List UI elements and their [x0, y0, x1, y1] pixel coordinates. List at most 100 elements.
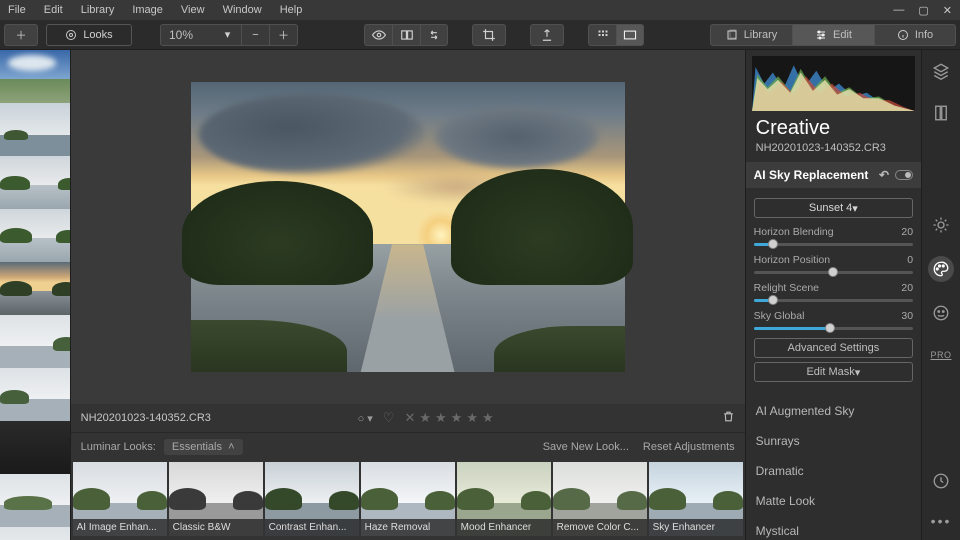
looks-strip[interactable]: AI Image Enhan... Classic B&W Contrast E… [71, 460, 745, 540]
delete-button[interactable] [722, 410, 735, 426]
slider-horizon-position[interactable]: Horizon Position0 [754, 254, 913, 274]
looks-title: Luminar Looks: [81, 441, 156, 453]
thumb[interactable] [0, 527, 71, 540]
tool-list: AI Augmented Sky Sunrays Dramatic Matte … [746, 392, 921, 540]
look-item[interactable]: Mood Enhancer [457, 462, 551, 536]
swap-icon [427, 28, 441, 42]
tool-item[interactable]: AI Augmented Sky [746, 396, 921, 426]
slider-relight-scene[interactable]: Relight Scene20 [754, 282, 913, 302]
tool-item[interactable]: Mystical [746, 516, 921, 540]
clear-rating-button[interactable]: ✕ [404, 410, 415, 426]
slider-horizon-blending[interactable]: Horizon Blending20 [754, 226, 913, 246]
advanced-settings-button[interactable]: Advanced Settings [754, 338, 913, 358]
canvas[interactable] [71, 50, 745, 404]
library-icon [726, 29, 738, 41]
zoom-value[interactable]: 10% [160, 24, 214, 46]
thumb[interactable] [0, 368, 71, 421]
preview-image [191, 82, 625, 372]
canvas-icon[interactable] [930, 102, 952, 124]
info-bar: NH20201023-140352.CR3 ○ ▾ ♡ ✕ ★ ★ ★ ★ ★ [71, 404, 745, 432]
looks-category-dropdown[interactable]: Essentials ˄ [164, 439, 243, 455]
window-close-icon[interactable]: ✕ [943, 4, 952, 17]
reset-tool-icon[interactable]: ↶ [879, 168, 889, 182]
window-minimize-icon[interactable]: — [893, 4, 904, 17]
menu-library[interactable]: Library [81, 4, 115, 16]
looks-button[interactable]: Looks [46, 24, 132, 46]
before-after-button[interactable] [420, 24, 448, 46]
single-icon [623, 30, 637, 40]
eye-icon [372, 28, 386, 42]
menu-window[interactable]: Window [223, 4, 262, 16]
thumb[interactable] [0, 474, 71, 527]
pro-icon[interactable]: PRO [930, 344, 952, 366]
look-item[interactable]: AI Image Enhan... [73, 462, 167, 536]
tool-toggle[interactable] [895, 170, 913, 180]
color-tag-button[interactable]: ○ ▾ [358, 412, 373, 425]
zoom-group: 10% ▾ − ＋ [160, 24, 298, 46]
menu-view[interactable]: View [181, 4, 205, 16]
star-5[interactable]: ★ [482, 410, 494, 426]
panel-category-title: Creative [746, 113, 921, 142]
tool-body: Sunset 4 ▾ Horizon Blending20 Horizon Po… [746, 188, 921, 392]
trash-icon [722, 410, 735, 423]
save-look-button[interactable]: Save New Look... [543, 441, 629, 453]
tool-item[interactable]: Sunrays [746, 426, 921, 456]
histogram[interactable] [752, 56, 915, 111]
layers-icon[interactable] [930, 60, 952, 82]
essentials-icon[interactable] [930, 214, 952, 236]
look-item[interactable]: Remove Color C... [553, 462, 647, 536]
window-maximize-icon[interactable]: ▢ [918, 4, 928, 17]
thumb[interactable] [0, 156, 71, 209]
filmstrip[interactable] [0, 50, 71, 540]
mode-info[interactable]: Info [874, 24, 956, 46]
toolbar: ＋ Looks 10% ▾ − ＋ Library Edit Info [0, 20, 960, 50]
thumb[interactable] [0, 421, 71, 474]
preview-eye-button[interactable] [364, 24, 392, 46]
portrait-icon[interactable] [930, 302, 952, 324]
menu-file[interactable]: File [8, 4, 26, 16]
favorite-button[interactable]: ♡ [383, 410, 395, 426]
star-3[interactable]: ★ [451, 410, 463, 426]
creative-icon[interactable] [928, 256, 954, 282]
star-4[interactable]: ★ [466, 410, 478, 426]
info-icon [897, 29, 909, 41]
edit-mask-button[interactable]: Edit Mask ▾ [754, 362, 913, 382]
grid-view-button[interactable] [588, 24, 616, 46]
compare-icon [400, 28, 414, 42]
look-item[interactable]: Haze Removal [361, 462, 455, 536]
menu-edit[interactable]: Edit [44, 4, 63, 16]
menu-bar: File Edit Library Image View Window Help… [0, 0, 960, 20]
crop-button[interactable] [472, 24, 506, 46]
zoom-in-button[interactable]: ＋ [270, 24, 298, 46]
thumb[interactable] [0, 209, 71, 262]
single-view-button[interactable] [616, 24, 644, 46]
menu-image[interactable]: Image [132, 4, 163, 16]
sky-preset-dropdown[interactable]: Sunset 4 ▾ [754, 198, 913, 218]
look-item[interactable]: Contrast Enhan... [265, 462, 359, 536]
tool-header[interactable]: AI Sky Replacement ↶ [746, 162, 921, 188]
filename-label: NH20201023-140352.CR3 [81, 412, 211, 424]
star-1[interactable]: ★ [419, 410, 431, 426]
thumb-selected[interactable] [0, 262, 71, 315]
look-item[interactable]: Sky Enhancer [649, 462, 743, 536]
zoom-dropdown-icon[interactable]: ▾ [214, 24, 242, 46]
slider-sky-global[interactable]: Sky Global30 [754, 310, 913, 330]
tool-item[interactable]: Dramatic [746, 456, 921, 486]
look-item[interactable]: Classic B&W [169, 462, 263, 536]
more-icon[interactable]: ••• [930, 510, 952, 532]
tool-item[interactable]: Matte Look [746, 486, 921, 516]
menu-help[interactable]: Help [280, 4, 303, 16]
reset-adjustments-button[interactable]: Reset Adjustments [643, 441, 735, 453]
thumb[interactable] [0, 50, 71, 103]
mode-library[interactable]: Library [710, 24, 792, 46]
star-2[interactable]: ★ [435, 410, 447, 426]
thumb[interactable] [0, 315, 71, 368]
export-button[interactable] [530, 24, 564, 46]
looks-bar: Luminar Looks: Essentials ˄ Save New Loo… [71, 432, 745, 460]
mode-edit[interactable]: Edit [792, 24, 874, 46]
zoom-out-button[interactable]: − [242, 24, 270, 46]
compare-button[interactable] [392, 24, 420, 46]
history-icon[interactable] [930, 470, 952, 492]
add-button[interactable]: ＋ [4, 24, 38, 46]
thumb[interactable] [0, 103, 71, 156]
